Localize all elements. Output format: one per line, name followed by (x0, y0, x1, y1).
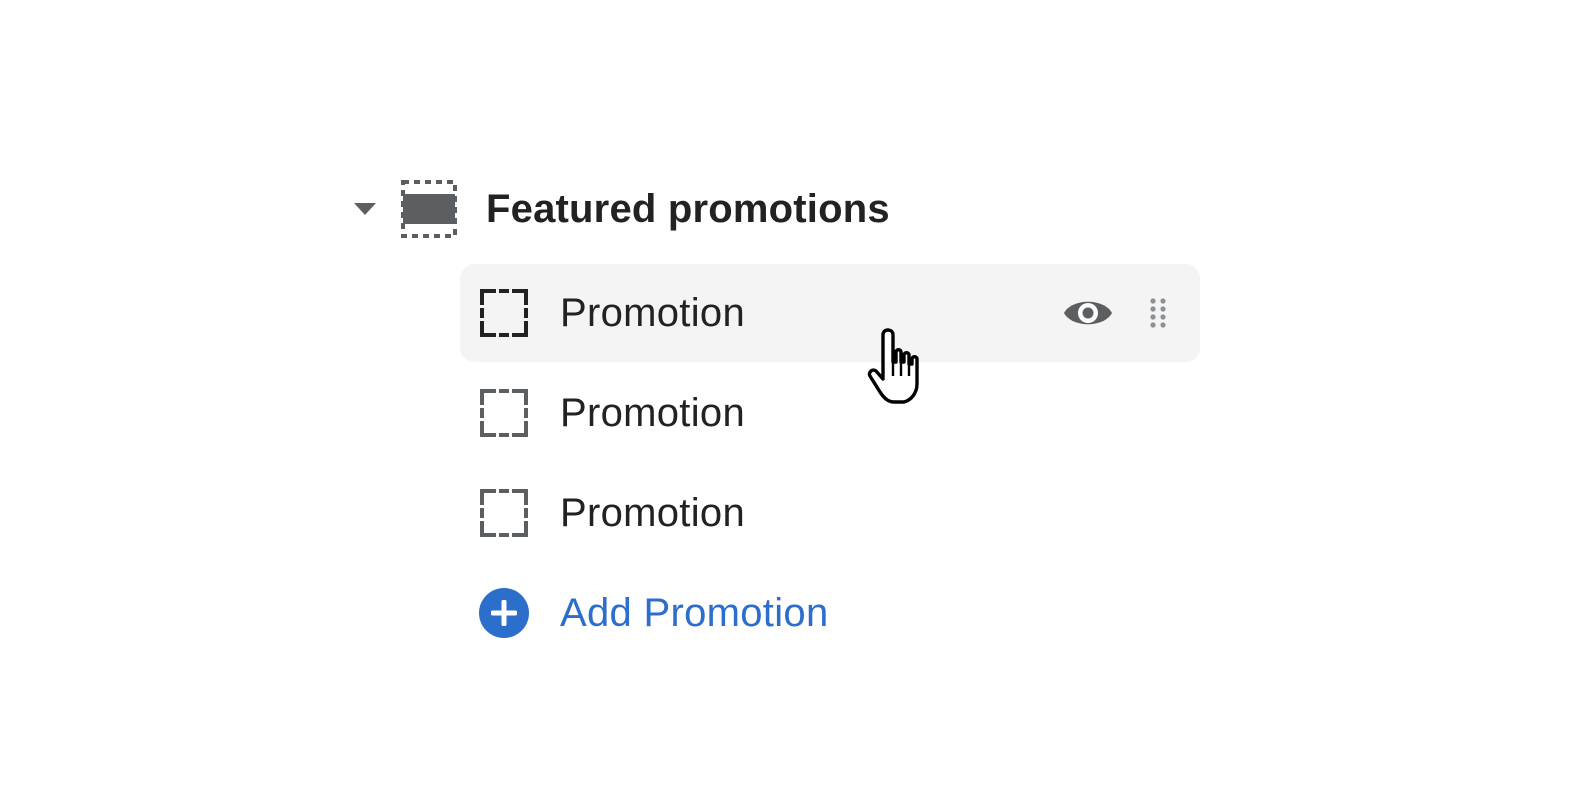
block-label: Promotion (560, 390, 746, 435)
block-label: Promotion (560, 290, 746, 335)
add-promotion-button[interactable]: Add Promotion (460, 564, 1200, 662)
theme-editor-sidebar: Featured promotions Promotion Promotion … (0, 0, 1570, 802)
plus-circle-icon (478, 587, 530, 639)
block-item-promotion-1[interactable]: Promotion (460, 264, 1200, 362)
dashed-frame-icon (478, 287, 530, 339)
block-actions (1060, 264, 1170, 362)
block-label: Promotion (560, 490, 746, 535)
featured-section-icon (400, 178, 458, 240)
add-promotion-label: Add Promotion (560, 590, 829, 635)
section-title: Featured promotions (486, 186, 890, 231)
caret-down-icon[interactable] (350, 178, 380, 240)
drag-handle-icon[interactable] (1146, 293, 1170, 333)
dashed-frame-icon (478, 387, 530, 439)
eye-icon[interactable] (1060, 293, 1116, 333)
block-item-promotion-3[interactable]: Promotion (460, 464, 1200, 562)
dashed-frame-icon (478, 487, 530, 539)
block-item-promotion-2[interactable]: Promotion (460, 364, 1200, 462)
section-featured-promotions[interactable]: Featured promotions (350, 178, 890, 240)
